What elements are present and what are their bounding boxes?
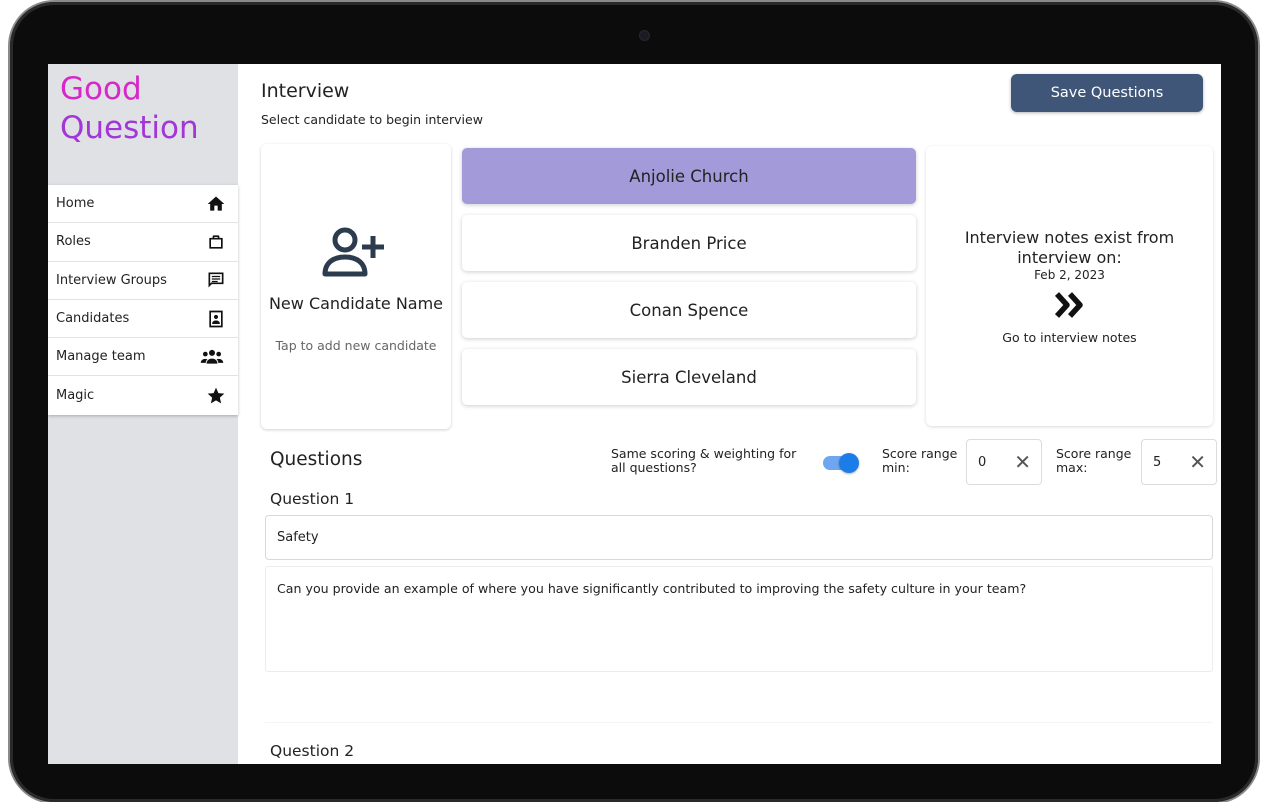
score-max-value: 5 [1153, 454, 1162, 470]
score-min-label: Score range min: [882, 446, 958, 475]
contact-card-icon [209, 310, 223, 327]
question-label: Question 2 [270, 742, 355, 760]
candidate-item[interactable]: Sierra Cleveland [462, 349, 916, 405]
go-to-interview-notes-link[interactable]: Go to interview notes [926, 330, 1213, 345]
sidebar-item-label: Manage team [56, 349, 146, 365]
home-icon [207, 196, 225, 211]
candidate-name: Sierra Cleveland [621, 367, 757, 387]
same-scoring-toggle[interactable] [823, 453, 859, 473]
camera [639, 30, 650, 41]
toggle-knob [839, 453, 859, 473]
sidebar-item-label: Interview Groups [56, 272, 167, 288]
candidate-item[interactable]: Branden Price [462, 215, 916, 271]
app-screen: Good Question Home Roles Interview Group… [48, 64, 1221, 764]
clear-icon[interactable]: ✕ [1014, 450, 1031, 474]
page-title: Interview [261, 80, 350, 102]
page-subtitle: Select candidate to begin interview [261, 112, 483, 127]
briefcase-icon [209, 235, 223, 249]
sidebar-item-label: Candidates [56, 311, 130, 327]
sidebar-item-label: Home [56, 196, 95, 212]
candidate-item[interactable]: Conan Spence [462, 282, 916, 338]
save-questions-button[interactable]: Save Questions [1011, 74, 1203, 112]
sidebar-item-candidates[interactable]: Candidates [48, 300, 238, 339]
interview-notes-card: Interview notes exist from interview on:… [926, 146, 1213, 426]
candidate-name: Conan Spence [629, 300, 749, 320]
notes-date: Feb 2, 2023 [1034, 268, 1105, 282]
question-title-value: Safety [277, 530, 319, 545]
candidate-name: Branden Price [631, 233, 747, 253]
questions-heading: Questions [270, 449, 363, 470]
sidebar-item-magic[interactable]: Magic [48, 376, 238, 414]
add-user-icon [322, 227, 384, 277]
sidebar-item-roles[interactable]: Roles [48, 223, 238, 262]
score-min-value: 0 [978, 454, 987, 470]
new-candidate-name: New Candidate Name [268, 294, 444, 313]
clear-icon[interactable]: ✕ [1189, 450, 1206, 474]
star-icon [207, 387, 225, 404]
candidate-name: Anjolie Church [629, 166, 749, 186]
candidate-item[interactable]: Anjolie Church [462, 148, 916, 204]
sidebar: Good Question Home Roles Interview Group… [48, 64, 238, 764]
score-min-input[interactable]: 0 ✕ [966, 439, 1042, 485]
logo-line-1: Good [60, 71, 142, 107]
sidebar-item-home[interactable]: Home [48, 185, 238, 224]
question-title-field[interactable]: Safety [265, 515, 1213, 560]
notes-message: Interview notes exist from interview on: [964, 228, 1175, 267]
sidebar-item-label: Magic [56, 388, 95, 404]
sidebar-item-manage-team[interactable]: Manage team [48, 338, 238, 377]
new-candidate-card[interactable]: New Candidate Name Tap to add new candid… [261, 144, 451, 429]
score-max-input[interactable]: 5 ✕ [1141, 439, 1217, 485]
team-icon [200, 349, 224, 364]
main-content: Interview Select candidate to begin inte… [238, 64, 1221, 764]
sidebar-nav: Home Roles Interview Groups Candidates M… [48, 185, 238, 415]
double-chevron-right-icon[interactable] [1054, 291, 1086, 319]
sidebar-item-interview-groups[interactable]: Interview Groups [48, 262, 238, 300]
divider [265, 722, 1213, 723]
question-text-field[interactable]: Can you provide an example of where you … [265, 566, 1213, 672]
logo-line-2: Question [60, 110, 199, 146]
new-candidate-hint: Tap to add new candidate [275, 338, 437, 353]
question-text-value: Can you provide an example of where you … [277, 581, 1027, 596]
question-label: Question 1 [270, 490, 355, 508]
score-max-label: Score range max: [1056, 446, 1132, 475]
app-logo: Good Question [60, 70, 199, 148]
chat-icon [208, 272, 224, 288]
same-scoring-label: Same scoring & weighting for all questio… [611, 446, 797, 475]
sidebar-item-label: Roles [56, 234, 91, 250]
